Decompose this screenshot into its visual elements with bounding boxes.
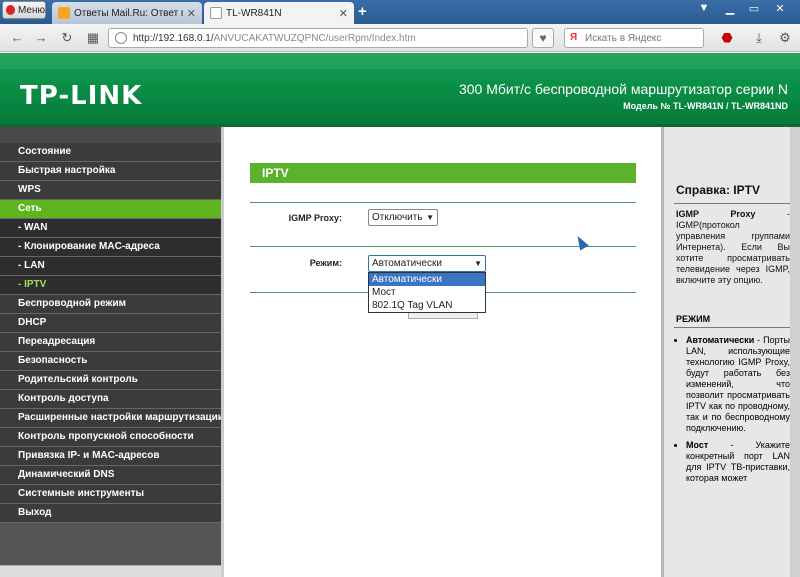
sidebar-item-system-tools[interactable]: Системные инструменты [0, 485, 221, 504]
address-bar[interactable]: http://192.168.0.1/ANVUCAKATWUZQPNC/user… [108, 28, 528, 48]
igmp-proxy-label: IGMP Proxy: [288, 213, 342, 223]
sidebar-item-quick-setup[interactable]: Быстрая настройка [0, 162, 221, 181]
sidebar-item-dhcp[interactable]: DHCP [0, 314, 221, 333]
tab-router[interactable]: TL-WR841N ✕ [204, 2, 354, 24]
mode-value: Автоматически [372, 258, 442, 269]
help-mode-list: Автоматически - Порты LAN, использующие … [686, 335, 790, 490]
bookmark-heart-icon[interactable]: ♥ [532, 28, 554, 48]
help-list-item: Автоматически - Порты LAN, использующие … [686, 335, 790, 434]
sidebar-top [0, 127, 221, 143]
close-tab-icon[interactable]: ✕ [339, 7, 348, 20]
reload-icon[interactable]: ↻ [58, 29, 76, 47]
help-item-term: Мост [686, 440, 709, 450]
search-placeholder: Искать в Яндекс [585, 32, 662, 44]
sidebar-item-iptv[interactable]: - IPTV [0, 276, 221, 295]
help-intro: IGMP Proxy - IGMP(протокол управления гр… [676, 209, 790, 286]
close-window-icon[interactable]: ✕ [770, 2, 790, 18]
browser-tab-bar: Меню Ответы Mail.Ru: Ответ пол ✕ TL-WR84… [0, 0, 800, 24]
opera-menu-button[interactable]: Меню [2, 1, 46, 19]
tab-label: TL-WR841N [226, 7, 282, 19]
download-icon[interactable]: ⤓ [750, 29, 768, 47]
globe-icon [115, 32, 127, 44]
sidebar-horizontal-scrollbar[interactable] [0, 565, 221, 577]
settings-icon[interactable]: ⚙ [776, 29, 794, 47]
search-input[interactable]: Я Искать в Яндекс [564, 28, 704, 48]
speed-dial-icon[interactable]: ▦ [84, 29, 102, 47]
sidebar: Состояние Быстрая настройка WPS Сеть - W… [0, 127, 224, 577]
help-intro-term: IGMP Proxy [676, 209, 756, 219]
tab-list-icon[interactable]: ▼ [694, 2, 714, 18]
sidebar-item-ip-mac-binding[interactable]: Привязка IP- и MAC-адресов [0, 447, 221, 466]
sidebar-item-status[interactable]: Состояние [0, 143, 221, 162]
tp-link-logo: TP-LINK [20, 81, 143, 111]
mail-ru-favicon-icon [58, 7, 70, 19]
yandex-icon: Я [570, 32, 578, 43]
sidebar-item-wps[interactable]: WPS [0, 181, 221, 200]
mouse-cursor-icon [573, 233, 589, 251]
help-item-text: - Порты LAN, использующие технологию IGM… [686, 335, 790, 433]
forward-icon[interactable]: → [32, 29, 50, 47]
router-header: TP-LINK 300 Мбит/с беспроводной маршрути… [0, 53, 800, 127]
page-favicon-icon [210, 7, 222, 19]
help-list-item: Мост - Укажите конкретный порт LAN для I… [686, 440, 790, 484]
sidebar-item-network[interactable]: Сеть [0, 200, 221, 219]
chevron-down-icon: ▼ [474, 259, 482, 268]
mode-option-auto[interactable]: Автоматически [369, 273, 485, 286]
mode-select[interactable]: Автоматически ▼ [368, 255, 486, 272]
sidebar-item-access-control[interactable]: Контроль доступа [0, 390, 221, 409]
mode-label: Режим: [309, 258, 342, 268]
help-mode-heading: РЕЖИМ [676, 314, 711, 324]
mode-dropdown-list: Автоматически Мост 802.1Q Tag VLAN [368, 272, 486, 313]
mode-option-vlan[interactable]: 802.1Q Tag VLAN [369, 299, 485, 312]
opera-logo-icon [6, 5, 15, 15]
chevron-down-icon: ▼ [426, 213, 434, 222]
sidebar-item-mac-clone[interactable]: - Клонирование MAC-адреса [0, 238, 221, 257]
sidebar-item-security[interactable]: Безопасность [0, 352, 221, 371]
igmp-proxy-select[interactable]: Отключить ▼ [368, 209, 438, 226]
url-host: http://192.168.0.1/ [133, 32, 214, 44]
sidebar-item-forwarding[interactable]: Переадресация [0, 333, 221, 352]
help-panel: Справка: IPTV IGMP Proxy - IGMP(протокол… [661, 127, 800, 577]
sidebar-item-bandwidth-control[interactable]: Контроль пропускной способности [0, 428, 221, 447]
new-tab-button[interactable]: + [358, 3, 367, 20]
back-icon[interactable]: ← [8, 29, 26, 47]
sidebar-item-parental-control[interactable]: Родительский контроль [0, 371, 221, 390]
menu-label: Меню [17, 4, 45, 16]
mode-option-bridge[interactable]: Мост [369, 286, 485, 299]
sidebar-item-advanced-routing[interactable]: Расширенные настройки маршрутизации [0, 409, 224, 428]
tab-mail-ru[interactable]: Ответы Mail.Ru: Ответ пол ✕ [52, 2, 202, 24]
help-title: Справка: IPTV [676, 183, 760, 197]
header-stripe [0, 53, 800, 69]
header-title: 300 Мбит/с беспроводной маршрутизатор се… [458, 81, 788, 97]
section-title: IPTV [250, 163, 636, 183]
sidebar-item-wireless[interactable]: Беспроводной режим [0, 295, 221, 314]
main-content: IPTV IGMP Proxy: Отключить ▼ Режим: Авто… [221, 127, 661, 577]
url-path: ANVUCAKATWUZQPNC/userRpm/Index.htm [213, 32, 416, 44]
help-divider [674, 327, 790, 328]
igmp-proxy-value: Отключить [372, 212, 423, 223]
help-divider [674, 203, 790, 204]
close-tab-icon[interactable]: ✕ [187, 7, 196, 20]
browser-toolbar: ← → ↻ ▦ http://192.168.0.1/ANVUCAKATWUZQ… [0, 24, 800, 52]
sidebar-item-wan[interactable]: - WAN [0, 219, 221, 238]
divider [250, 202, 636, 203]
help-intro-text: - IGMP(протокол управления группами Инте… [676, 209, 791, 285]
sidebar-item-logout[interactable]: Выход [0, 504, 221, 523]
minimize-icon[interactable]: ▁ [720, 2, 740, 18]
help-scrollbar[interactable] [790, 127, 800, 577]
sidebar-item-lan[interactable]: - LAN [0, 257, 221, 276]
adblock-icon[interactable]: ⬣ [718, 29, 736, 47]
sidebar-item-ddns[interactable]: Динамический DNS [0, 466, 221, 485]
header-model: Модель № TL-WR841N / TL-WR841ND [623, 101, 788, 111]
tab-label: Ответы Mail.Ru: Ответ пол [74, 7, 183, 19]
maximize-icon[interactable]: ▭ [744, 2, 764, 18]
help-item-term: Автоматически [686, 335, 755, 345]
